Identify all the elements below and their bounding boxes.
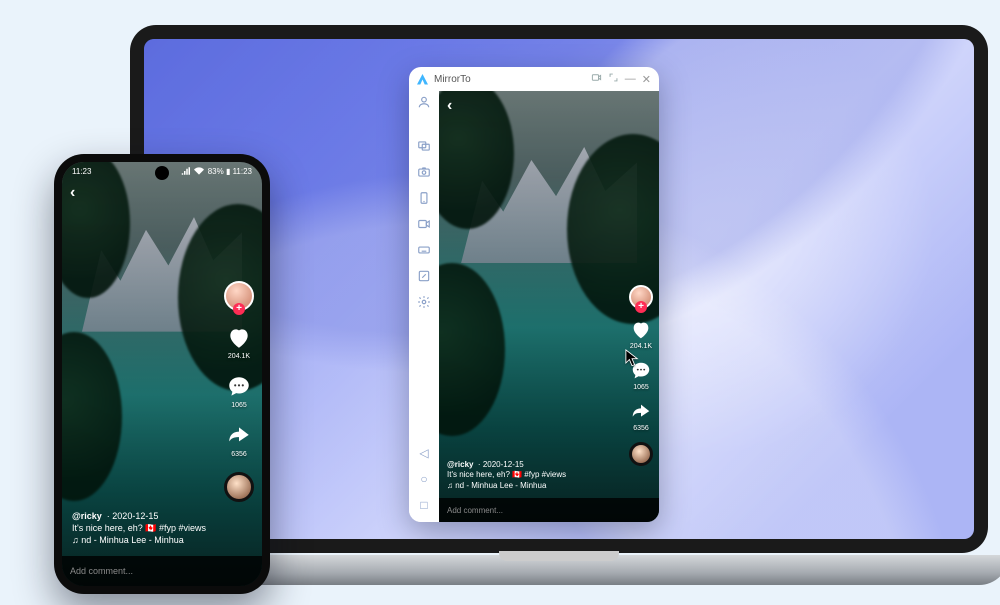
- like-count: 204.1K: [228, 353, 250, 360]
- comment-button[interactable]: 1065: [226, 374, 252, 409]
- screens-icon[interactable]: [417, 139, 431, 153]
- video-feed[interactable]: ‹ 204.1K 1065 6356 @ricky ·: [62, 162, 262, 586]
- caption-text: It's nice here, eh? 🇨🇦 #fyp #views: [447, 470, 566, 479]
- keyboard-icon[interactable]: [417, 243, 431, 257]
- video-meta: @ricky · 2020-12-15 It's nice here, eh? …: [447, 460, 566, 492]
- comment-count: 1065: [231, 402, 247, 409]
- laptop-hinge: [499, 551, 619, 561]
- like-button[interactable]: 204.1K: [630, 319, 652, 350]
- comment-count: 1065: [633, 384, 649, 391]
- phone-icon[interactable]: [417, 191, 431, 205]
- profile-icon[interactable]: [417, 95, 431, 109]
- wifi-icon: [194, 167, 204, 175]
- window-title: MirrorTo: [434, 74, 471, 85]
- share-count: 6356: [231, 451, 247, 458]
- mirrorto-sidebar: ◁ ○ □: [409, 91, 439, 522]
- post-date: 2020-12-15: [112, 511, 158, 521]
- comment-placeholder: Add comment...: [447, 506, 503, 515]
- video-feed[interactable]: ‹ 204.1K 1065: [439, 91, 659, 522]
- title-tool-expand-icon[interactable]: [608, 72, 619, 86]
- mirrorto-window: MirrorTo — ✕: [409, 67, 659, 522]
- phone-screen: 11:23 83% ▮ 11:23 ‹ 204.1K 1065: [62, 162, 262, 586]
- comment-placeholder: Add comment...: [70, 566, 133, 576]
- mirrorto-logo-icon: [417, 74, 428, 85]
- share-count: 6356: [633, 425, 649, 432]
- author-avatar[interactable]: [629, 285, 653, 309]
- status-icons: 83% ▮ 11:23: [181, 167, 252, 176]
- author-avatar[interactable]: [224, 281, 254, 311]
- resize-icon[interactable]: [417, 269, 431, 283]
- mirrored-screen[interactable]: ‹ 204.1K 1065: [439, 91, 659, 522]
- sound-disc[interactable]: [629, 442, 653, 466]
- signal-icon: [181, 167, 190, 175]
- sound-label[interactable]: ♫ nd - Minhua Lee - Minhua: [447, 481, 546, 490]
- like-button[interactable]: 204.1K: [226, 325, 252, 360]
- sound-label[interactable]: ♫ nd - Minhua Lee - Minhua: [72, 535, 184, 545]
- android-home-button[interactable]: ○: [417, 472, 431, 486]
- video-meta: @ricky · 2020-12-15 It's nice here, eh? …: [72, 510, 206, 546]
- feed-back-button[interactable]: ‹: [447, 97, 452, 115]
- feed-back-button[interactable]: ‹: [70, 184, 75, 202]
- phone-notch: [155, 166, 169, 180]
- comment-input[interactable]: Add comment...: [62, 556, 262, 586]
- share-button[interactable]: 6356: [630, 401, 652, 432]
- record-icon[interactable]: [417, 217, 431, 231]
- title-tool-record-icon[interactable]: [591, 72, 602, 86]
- phone-device: 11:23 83% ▮ 11:23 ‹ 204.1K 1065: [54, 154, 270, 594]
- post-date: 2020-12-15: [483, 460, 524, 469]
- share-button[interactable]: 6356: [226, 423, 252, 458]
- settings-icon[interactable]: [417, 295, 431, 309]
- window-titlebar: MirrorTo — ✕: [409, 67, 659, 91]
- android-recents-button[interactable]: □: [417, 498, 431, 512]
- status-time: 11:23: [72, 167, 91, 176]
- sound-disc[interactable]: [224, 472, 254, 502]
- camera-icon[interactable]: [417, 165, 431, 179]
- status-battery: 83% ▮ 11:23: [208, 167, 252, 176]
- feed-action-rail: 204.1K 1065 6356: [224, 281, 254, 502]
- author-username[interactable]: @ricky: [447, 460, 473, 469]
- comment-input[interactable]: Add comment...: [439, 498, 659, 522]
- mouse-cursor-icon: [625, 349, 639, 367]
- android-back-button[interactable]: ◁: [417, 446, 431, 460]
- feed-action-rail: 204.1K 1065 6356: [629, 285, 653, 466]
- close-button[interactable]: ✕: [642, 73, 651, 86]
- caption-text: It's nice here, eh? 🇨🇦 #fyp #views: [72, 523, 206, 533]
- author-username[interactable]: @ricky: [72, 511, 102, 521]
- minimize-button[interactable]: —: [625, 73, 636, 85]
